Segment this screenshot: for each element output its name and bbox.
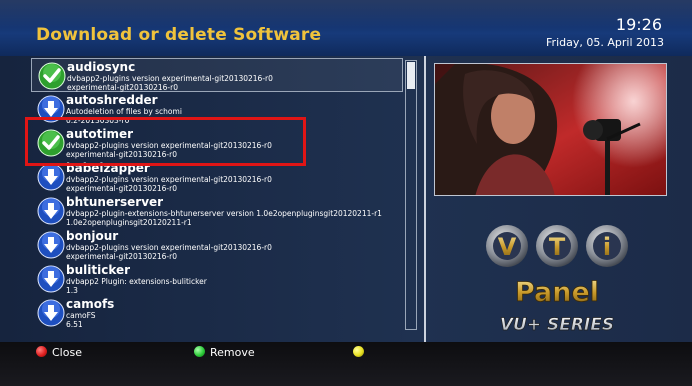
date-label: Friday, 05. April 2013 <box>546 36 664 49</box>
logo-panel-text: Panel <box>515 277 599 308</box>
item-description: dvbapp2-plugin-extensions-bhtunerserver … <box>66 209 382 218</box>
logo-letter-i: i <box>603 233 611 261</box>
header-bar: Download or delete Software 19:26 Friday… <box>0 0 692 56</box>
list-item[interactable]: bonjour dvbapp2-plugins version experime… <box>31 228 403 262</box>
item-name: autoshredder <box>66 93 158 107</box>
item-description: dvbapp2-plugins version experimental-git… <box>66 175 272 184</box>
close-button-label[interactable]: Close <box>52 346 82 359</box>
red-button-icon[interactable] <box>36 346 47 357</box>
green-button-icon[interactable] <box>194 346 205 357</box>
download-arrow-icon <box>37 95 65 123</box>
download-arrow-icon <box>37 231 65 259</box>
item-name: babelzapper <box>66 161 150 175</box>
download-arrow-icon <box>37 163 65 191</box>
item-name: audiosync <box>67 60 136 74</box>
item-description: dvbapp2-plugins version experimental-git… <box>67 74 273 83</box>
preview-image <box>435 64 666 195</box>
item-version: 1.3 <box>66 286 78 295</box>
list-item[interactable]: autotimer dvbapp2-plugins version experi… <box>31 126 403 160</box>
item-description: dvbapp2-plugins version experimental-git… <box>66 141 272 150</box>
check-installed-icon <box>37 129 65 157</box>
plugin-list[interactable]: audiosync dvbapp2-plugins version experi… <box>31 58 403 342</box>
item-name: bonjour <box>66 229 119 243</box>
list-item[interactable]: autoshredder Autodeletion of files by sc… <box>31 92 403 126</box>
header-shine <box>0 0 692 28</box>
video-preview <box>434 63 667 196</box>
item-description: Autodeletion of files by schomi <box>66 107 182 116</box>
logo-letter-t: T <box>549 233 566 261</box>
list-item[interactable]: audiosync dvbapp2-plugins version experi… <box>31 58 403 92</box>
yellow-button-icon[interactable] <box>353 346 364 357</box>
scrollbar-thumb[interactable] <box>407 62 415 89</box>
item-name: autotimer <box>66 127 134 141</box>
item-description: dvbapp2-plugins version experimental-git… <box>66 243 272 252</box>
item-version: 6.51 <box>66 320 83 329</box>
list-item[interactable]: camofs camoFS 6.51 <box>31 296 403 330</box>
list-item[interactable]: bhtunerserver dvbapp2-plugin-extensions-… <box>31 194 403 228</box>
remove-button-label[interactable]: Remove <box>210 346 255 359</box>
logo-letter-v: V <box>498 233 517 261</box>
list-item[interactable]: buliticker dvbapp2 Plugin: extensions-bu… <box>31 262 403 296</box>
vti-panel-logo: V T i Panel VU+ SERIES <box>486 225 628 335</box>
list-item[interactable]: babelzapper dvbapp2-plugins version expe… <box>31 160 403 194</box>
item-description: camoFS <box>66 311 96 320</box>
item-description: dvbapp2 Plugin: extensions-buliticker <box>66 277 207 286</box>
item-name: bhtunerserver <box>66 195 164 209</box>
item-version: experimental-git20130216-r0 <box>67 83 178 92</box>
download-arrow-icon <box>37 197 65 225</box>
page-title: Download or delete Software <box>36 25 322 45</box>
item-version: 0.2-20130303-r0 <box>66 116 130 125</box>
item-version: experimental-git20130216-r0 <box>66 150 177 159</box>
list-scrollbar[interactable] <box>405 60 417 330</box>
item-name: camofs <box>66 297 115 311</box>
check-installed-icon <box>38 62 66 90</box>
item-version: experimental-git20130216-r0 <box>66 252 177 261</box>
item-version: 1.0e2openpluginsgit20120211-r1 <box>66 218 192 227</box>
item-name: buliticker <box>66 263 131 277</box>
item-version: experimental-git20130216-r0 <box>66 184 177 193</box>
logo-series-text: VU+ SERIES <box>500 315 614 335</box>
panel-divider <box>424 56 426 342</box>
clock: 19:26 <box>615 15 662 34</box>
download-arrow-icon <box>37 265 65 293</box>
download-arrow-icon <box>37 299 65 327</box>
footer-bar: Close Remove <box>0 342 692 386</box>
